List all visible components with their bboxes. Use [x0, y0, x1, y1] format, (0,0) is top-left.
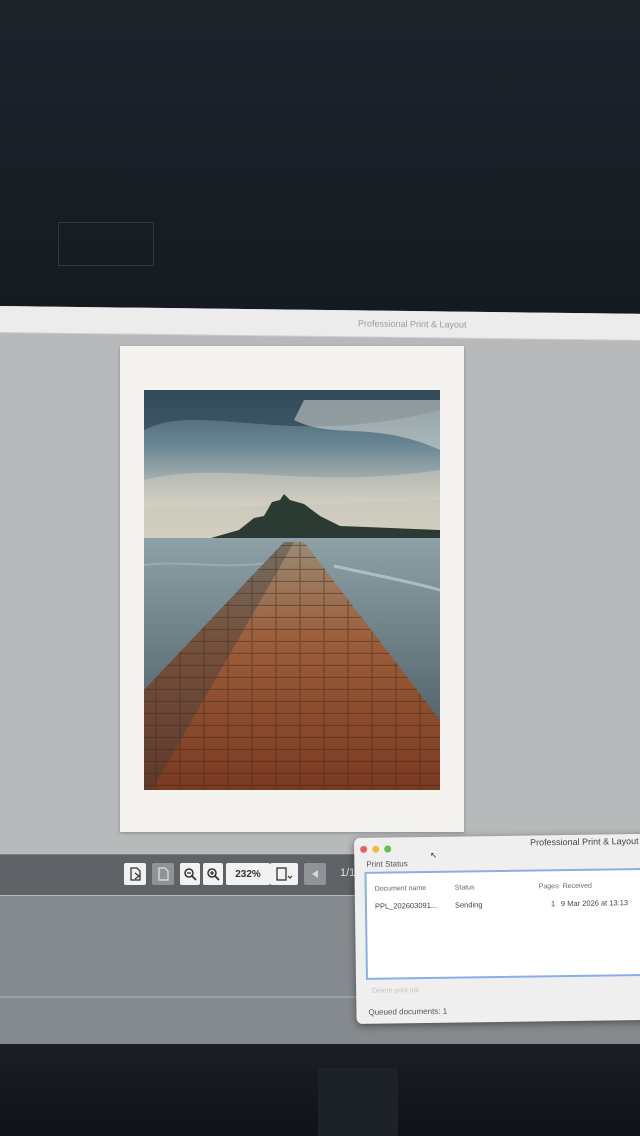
delete-print-job-button[interactable]: Delete print job: [372, 987, 419, 995]
zoom-level-value: 232%: [235, 868, 261, 880]
row-pages: 1: [550, 899, 556, 909]
row-status: Sending: [454, 900, 483, 910]
zoom-level-select[interactable]: 232%: [226, 863, 270, 885]
import-button[interactable]: [152, 863, 174, 885]
monitor-bezel-top: [0, 0, 640, 300]
minimize-window-button[interactable]: [372, 845, 380, 853]
zoom-window-button[interactable]: [384, 845, 392, 853]
photo-preview: [144, 390, 440, 790]
dialog-subtitle: Print Status: [366, 859, 408, 869]
zoom-out-button[interactable]: [180, 863, 200, 885]
column-header-status: Status: [454, 884, 475, 892]
export-icon: [128, 867, 142, 881]
divider: [0, 996, 360, 998]
column-header-received: Received: [562, 882, 592, 891]
page-setup-icon: [275, 867, 293, 881]
print-status-dialog: Professional Print & Layout Print Status…: [354, 833, 640, 1024]
previous-page-button[interactable]: [304, 863, 326, 885]
photo-image: [144, 390, 440, 790]
row-received: 9 Mar 2026 at 13:13: [560, 898, 629, 909]
print-page-preview: [120, 346, 464, 832]
zoom-in-icon: [206, 867, 220, 881]
monitor-stand: [318, 1068, 398, 1136]
dialog-title: Professional Print & Layout: [530, 836, 639, 848]
zoom-out-icon: [183, 867, 197, 881]
export-button[interactable]: [124, 863, 146, 885]
previous-page-icon: [308, 867, 322, 881]
column-header-document: Document name: [374, 884, 427, 893]
page-indicator: 1/1: [340, 867, 356, 879]
mouse-cursor-icon: ↖: [430, 850, 438, 860]
row-document-name: PPL_202603091...: [374, 900, 438, 911]
table-row[interactable]: PPL_202603091... Sending 1 9 Mar 2026 at…: [367, 870, 640, 911]
background-window-panel: [58, 222, 154, 266]
page-setup-button[interactable]: [270, 863, 298, 885]
window-title: Professional Print & Layout: [358, 318, 467, 330]
import-icon: [156, 867, 170, 881]
column-header-pages: Pages: [538, 883, 559, 891]
close-window-button[interactable]: [360, 845, 368, 853]
queued-documents-count: Queued documents: 1: [368, 1006, 448, 1017]
print-job-list[interactable]: Document name Status Pages Received PPL_…: [364, 867, 640, 980]
zoom-in-button[interactable]: [203, 863, 223, 885]
